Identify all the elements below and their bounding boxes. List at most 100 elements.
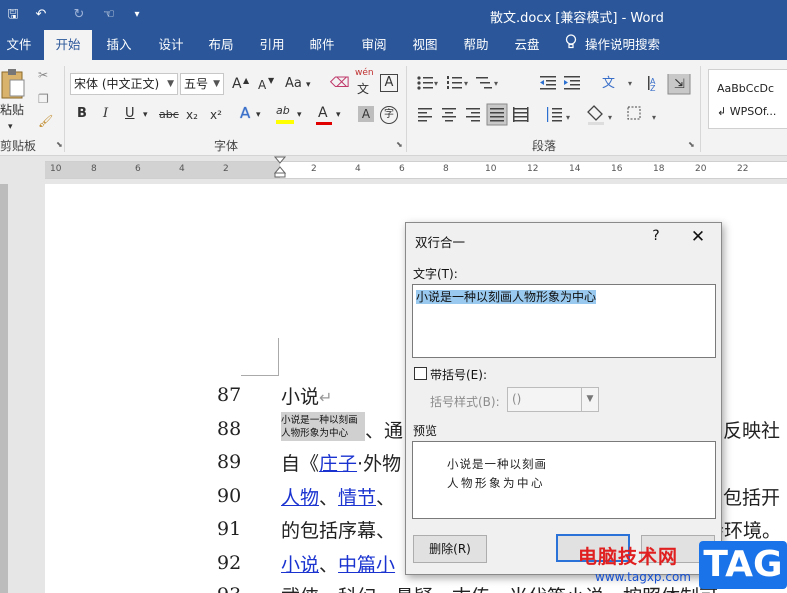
tab-design[interactable]: 设计 [150, 30, 192, 60]
font-launcher-icon[interactable]: ⬊ [396, 140, 403, 149]
site-watermark: 电脑技术网 www.tagxp.com TAG [555, 540, 787, 593]
tab-references[interactable]: 引用 [251, 30, 293, 60]
svg-text:⇲: ⇲ [674, 77, 685, 92]
line-number: 90 [217, 485, 242, 507]
text-effects-button[interactable]: A [240, 104, 250, 122]
tab-mailings[interactable]: 邮件 [301, 30, 343, 60]
tab-home[interactable]: 开始 [44, 30, 92, 60]
line-number: 88 [217, 418, 242, 440]
font-color-button[interactable]: A [318, 104, 328, 122]
customize-quick-access-icon[interactable]: ▾ [128, 6, 146, 24]
format-painter-icon[interactable]: 🖌 [38, 112, 53, 130]
tab-review[interactable]: 审阅 [353, 30, 395, 60]
bracket-style-select[interactable]: () ▼ [507, 387, 599, 412]
subscript-button[interactable]: x₂ [186, 106, 198, 124]
cut-icon[interactable]: ✂ [38, 66, 48, 84]
shading-icon [587, 105, 604, 125]
enclose-characters-button[interactable]: 字 [380, 106, 398, 124]
bold-button[interactable]: B [77, 105, 87, 123]
underline-button[interactable]: U [125, 105, 135, 123]
svg-text:▾: ▾ [434, 79, 438, 88]
tab-layout[interactable]: 布局 [200, 30, 242, 60]
borders-icon [627, 106, 641, 120]
title-bar: 🖫 ↶ ↻ ☜ ▾ 散文.docx [兼容模式] - Word [0, 0, 787, 30]
preview-label: 预览 [413, 424, 438, 438]
tab-insert[interactable]: 插入 [98, 30, 140, 60]
text-field[interactable]: 小说是一种以刻画人物形象为中心 [412, 284, 716, 358]
phonetic-guide-button[interactable]: 文 [357, 80, 369, 98]
paste-button[interactable]: 粘贴 [0, 101, 24, 119]
document-line-90b[interactable]: 包括开 [723, 483, 780, 510]
character-border-button[interactable]: A [380, 74, 398, 92]
link-plot[interactable]: 情节 [338, 487, 376, 509]
bracket-style-label: 括号样式(B): [430, 395, 500, 409]
bracket-checkbox[interactable] [414, 367, 427, 380]
undo-icon[interactable]: ↶ [32, 6, 50, 24]
font-name-select[interactable]: 宋体 (中文正文) ▼ [70, 73, 178, 95]
paragraph-launcher-icon[interactable]: ⬊ [688, 140, 695, 149]
document-line-90[interactable]: 人物、情节、 [281, 483, 395, 510]
document-line-91[interactable]: 的包括序幕、 [281, 516, 395, 543]
style-normal[interactable]: AaBbCcDc [717, 82, 774, 95]
line-number: 93 [217, 584, 241, 593]
font-size-select[interactable]: 五号 ▼ [180, 73, 224, 95]
clipboard-launcher-icon[interactable]: ⬊ [56, 140, 63, 149]
svg-text:▾: ▾ [652, 113, 656, 122]
chevron-down-icon: ▾ [306, 80, 311, 90]
change-case-button[interactable]: Aa [285, 75, 302, 93]
svg-text:Z: Z [650, 84, 656, 93]
close-icon[interactable]: ✕ [686, 227, 710, 251]
horizontal-ruler[interactable]: 10 8 6 4 2 2 4 6 8 10 12 14 16 18 20 22 [45, 161, 787, 179]
combined-two-lines-text[interactable]: 小说是一种以刻画 人物形象为中心 [281, 412, 365, 441]
link-novel[interactable]: 小说 [281, 554, 319, 576]
indent-marker-icon[interactable] [274, 156, 286, 178]
document-line-87[interactable]: 小说↵ [281, 382, 332, 409]
highlight-button[interactable]: ab [276, 102, 290, 120]
document-line-88a[interactable]: 、通 [365, 416, 403, 443]
paste-dropdown-icon[interactable]: ▾ [8, 118, 13, 136]
delete-button[interactable]: 删除(R) [413, 535, 487, 563]
multilevel-list-icon [476, 77, 492, 89]
line-number: 92 [217, 552, 242, 574]
bracket-label[interactable]: 带括号(E): [430, 366, 487, 383]
svg-text:▾: ▾ [566, 113, 570, 122]
copy-icon[interactable]: ❐ [38, 90, 49, 108]
decrease-indent-icon [540, 76, 556, 90]
style-wps[interactable]: ↲ WPSOf... [717, 105, 776, 118]
document-line-88b[interactable]: 反映社 [723, 416, 780, 443]
watermark-url: www.tagxp.com [595, 570, 691, 584]
text-label: 文字(T): [413, 267, 458, 281]
phonetic-guide-top[interactable]: wén [355, 68, 374, 78]
tab-view[interactable]: 视图 [404, 30, 446, 60]
document-line-89[interactable]: 自《庄子·外物 [281, 449, 401, 476]
line-number: 87 [217, 384, 242, 406]
tab-help[interactable]: 帮助 [455, 30, 497, 60]
grow-font-button[interactable]: A [232, 75, 242, 93]
ruler-area: 10 8 6 4 2 2 4 6 8 10 12 14 16 18 20 22 [0, 156, 787, 184]
paste-icon[interactable] [0, 68, 26, 100]
paragraph-group-label: 段落 [532, 139, 557, 153]
help-icon[interactable]: ? [646, 228, 666, 250]
align-right-icon [466, 108, 480, 122]
italic-button[interactable]: I [103, 105, 108, 123]
svg-text:▾: ▾ [464, 79, 468, 88]
save-icon[interactable]: 🖫 [4, 6, 22, 24]
tell-me-search[interactable]: 操作说明搜索 [565, 30, 660, 60]
document-line-92[interactable]: 小说、中篇小 [281, 550, 395, 577]
link-zhuangzi[interactable]: 庄子 [319, 453, 357, 475]
tab-cloud[interactable]: 云盘 [506, 30, 548, 60]
clear-formatting-icon[interactable]: ⌫ [330, 74, 350, 92]
link-character[interactable]: 人物 [281, 487, 319, 509]
strikethrough-button[interactable]: abc [159, 106, 179, 124]
touch-mode-icon[interactable]: ☜ [100, 6, 118, 24]
style-gallery[interactable]: AaBbCcDc ↲ WPSOf... [708, 69, 787, 129]
tab-file[interactable]: 文件 [0, 30, 38, 60]
superscript-button[interactable]: x² [210, 106, 222, 124]
numbering-icon [447, 76, 462, 89]
bullets-icon [417, 76, 433, 90]
link-novella[interactable]: 中篇小 [338, 554, 395, 576]
character-shading-button[interactable]: A [358, 106, 374, 122]
redo-icon[interactable]: ↻ [70, 6, 88, 24]
sort-az-icon: AZ [650, 77, 656, 93]
shrink-font-button[interactable]: A [258, 76, 266, 94]
